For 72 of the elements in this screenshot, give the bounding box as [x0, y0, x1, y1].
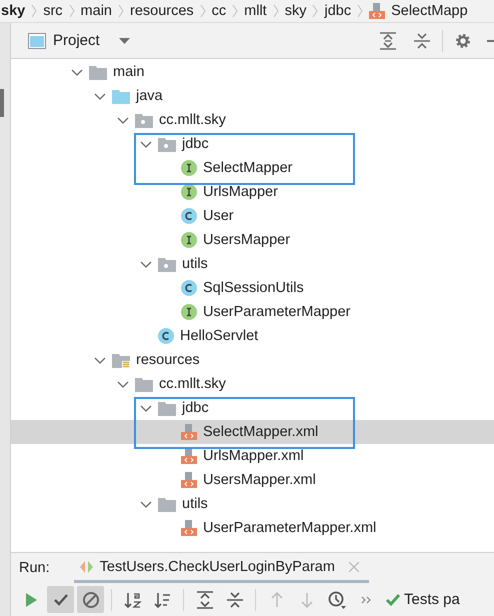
xml-file-icon — [369, 2, 386, 20]
folder-icon — [158, 400, 176, 416]
tree-item[interactable]: UrlsMapper — [203, 184, 278, 200]
tree-item[interactable]: UserParameterMapper.xml — [203, 520, 376, 536]
breadcrumb-item[interactable]: mllt — [244, 3, 267, 19]
tree-item[interactable]: SelectMapper.xml — [203, 424, 318, 440]
show-passed-button[interactable] — [47, 586, 74, 613]
class-icon — [158, 328, 174, 344]
chevron-icon — [312, 4, 318, 18]
folder-icon — [135, 376, 153, 392]
run-config-icon — [80, 560, 94, 572]
project-view-selector[interactable]: Project — [53, 32, 100, 49]
class-icon — [181, 280, 197, 296]
package-icon — [135, 112, 153, 128]
chevron-icon — [68, 4, 75, 18]
dropdown-caret-icon[interactable] — [118, 38, 130, 44]
run-label: Run: — [19, 560, 50, 576]
interface-icon — [181, 232, 197, 248]
xml-file-icon — [181, 447, 197, 465]
breadcrumb-item[interactable]: jdbc — [324, 3, 352, 19]
interface-icon — [181, 304, 197, 320]
folder-icon — [112, 88, 130, 104]
window-icon — [28, 32, 46, 48]
chevron-icon — [31, 4, 38, 18]
tree-item[interactable]: SelectMapper — [203, 160, 292, 176]
tree-item[interactable]: UrlsMapper.xml — [203, 448, 304, 464]
class-icon — [181, 208, 197, 224]
tree-item[interactable]: UserParameterMapper — [203, 304, 350, 320]
selected-tree-row[interactable]: SelectMapper.xml — [11, 420, 494, 444]
settings-icon[interactable] — [455, 32, 471, 48]
package-icon — [158, 256, 176, 272]
tree-item[interactable]: UsersMapper — [203, 232, 290, 248]
chevron-icon — [232, 4, 238, 18]
show-ignored-button[interactable] — [77, 586, 104, 613]
interface-icon — [181, 160, 197, 176]
collapse-all-icon[interactable] — [414, 32, 430, 50]
tree-item[interactable]: java — [136, 88, 163, 104]
breadcrumb-item[interactable]: sky — [284, 3, 306, 19]
tree-item[interactable]: SqlSessionUtils — [203, 280, 304, 296]
folder-icon — [112, 352, 130, 368]
chevron-icon — [118, 4, 124, 18]
breadcrumb-item[interactable]: main — [80, 3, 112, 19]
chevron-icon — [272, 4, 279, 18]
tree-item[interactable]: jdbc — [182, 400, 209, 416]
xml-file-icon — [181, 423, 197, 441]
tree-item[interactable]: utils — [182, 256, 208, 272]
xml-file-icon — [181, 519, 197, 537]
tree-item[interactable]: main — [113, 64, 144, 80]
interface-icon — [181, 184, 197, 200]
folder-icon — [89, 64, 107, 80]
breadcrumb-item[interactable]: resources — [130, 3, 194, 19]
chevron-icon — [357, 4, 364, 18]
package-icon — [158, 136, 176, 152]
tree-item[interactable]: HelloServlet — [180, 328, 258, 344]
check-icon — [385, 592, 401, 606]
breadcrumb-item[interactable]: SelectMapp — [391, 3, 468, 19]
tree-item[interactable]: User — [203, 208, 234, 224]
breadcrumb-item[interactable]: sky — [1, 3, 26, 19]
tree-item[interactable]: resources — [136, 352, 200, 368]
test-status-text: Tests pa — [404, 591, 460, 608]
expand-all-icon[interactable] — [380, 32, 396, 50]
tree-item[interactable]: utils — [182, 496, 208, 512]
tree-item[interactable]: UsersMapper.xml — [203, 472, 316, 488]
tree-item[interactable]: cc.mllt.sky — [159, 376, 226, 392]
tree-item[interactable]: cc.mllt.sky — [159, 112, 226, 128]
breadcrumb-item[interactable]: cc — [212, 3, 226, 19]
minimize-icon[interactable] — [487, 40, 494, 42]
xml-file-icon — [181, 471, 197, 489]
folder-icon — [158, 496, 176, 512]
tree-item[interactable]: jdbc — [182, 136, 209, 152]
breadcrumb-item[interactable]: src — [43, 3, 63, 19]
chevron-icon — [200, 4, 206, 18]
